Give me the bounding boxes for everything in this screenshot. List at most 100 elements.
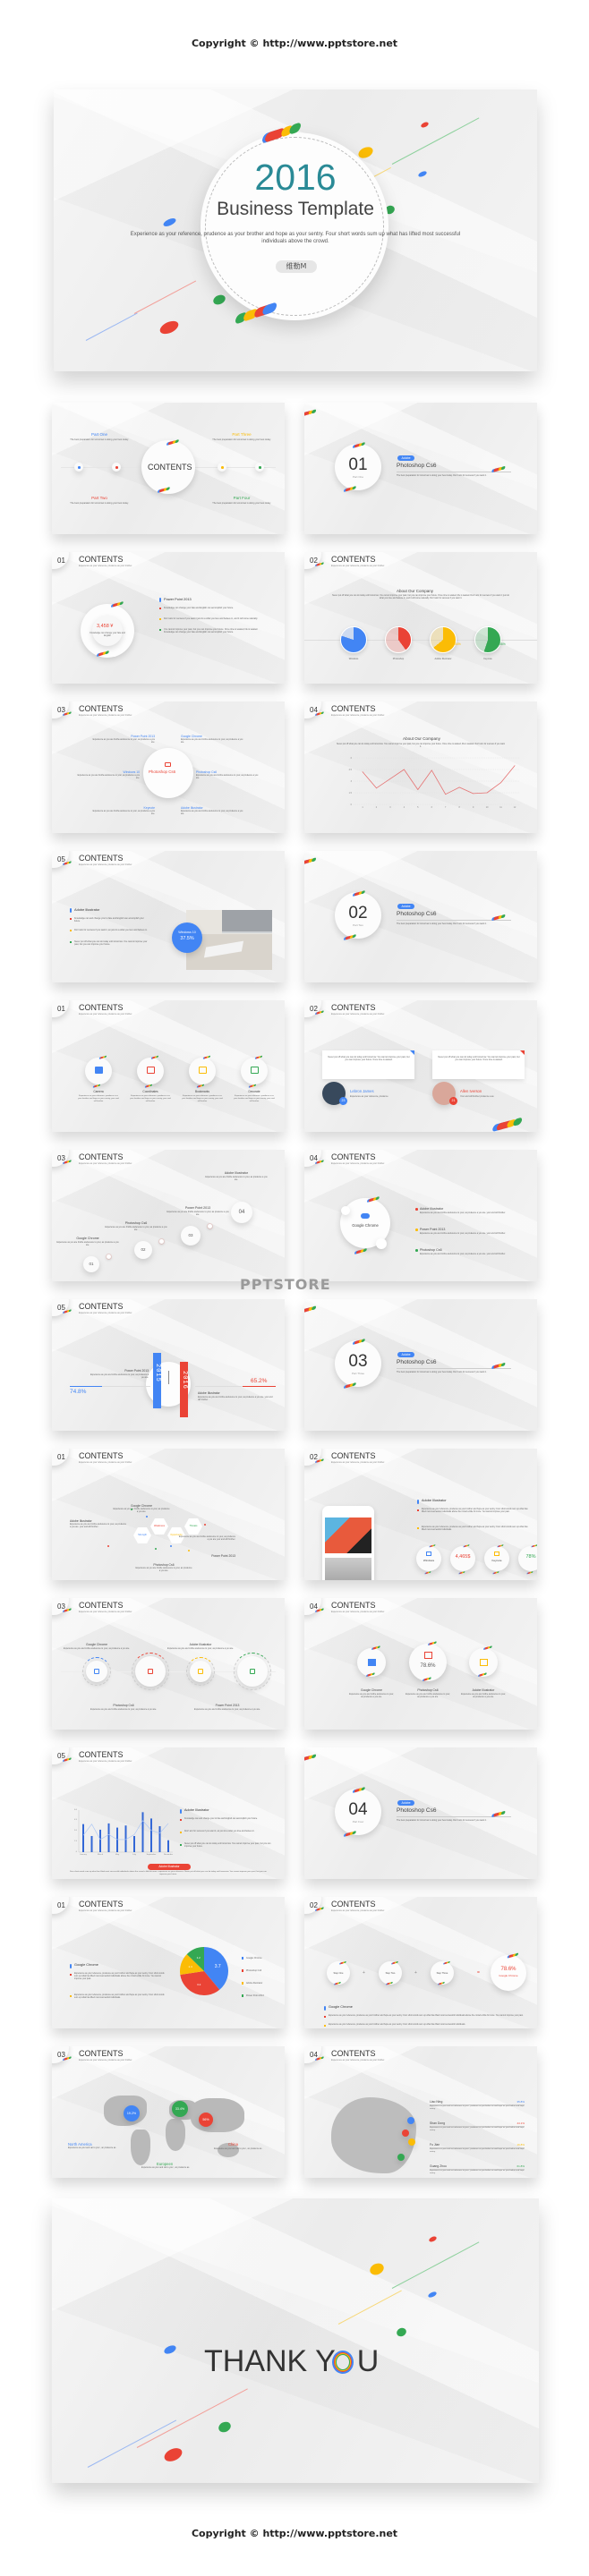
brush-stroke <box>119 601 124 606</box>
books-icon <box>424 1652 432 1659</box>
plus-sign: + <box>414 1970 417 1976</box>
slide-2-overview: CONTENTS Part One The best preparation for… <box>52 403 285 534</box>
brush-stroke <box>68 1160 72 1163</box>
location-marker <box>397 2154 405 2161</box>
list-marker <box>70 1964 72 1968</box>
cover-author: 维勒M <box>276 260 317 273</box>
legend-label: Power Point 2013 <box>246 1994 264 1997</box>
list-title: Google Chrome <box>74 1963 98 1967</box>
color-brush-decor <box>526 1571 534 1575</box>
list-title: Power Point 2013 <box>164 597 192 601</box>
section-badge: Adobe <box>397 904 414 909</box>
scatter-dot <box>170 1545 172 1547</box>
contents-title: CONTENTS <box>331 1900 376 1909</box>
item-description: Experience as you are brothe areference … <box>113 1509 170 1514</box>
bullet-dot <box>180 1819 182 1821</box>
decor-oval <box>162 2343 178 2356</box>
slide-11-testimonials: 02 CONTENTS Experience as your reference, … <box>304 1000 537 1132</box>
brush-stroke <box>361 1787 366 1791</box>
feature-description: Experience as you are brothe areference … <box>405 1694 450 1699</box>
swot-label: Weakness <box>153 1525 166 1527</box>
list-item: Don't aim for success if you want it, an… <box>74 929 148 931</box>
timeline-node-dot <box>115 466 118 469</box>
scatter-dot <box>188 1550 190 1552</box>
list-title: Adobe Illustrator <box>74 907 100 912</box>
right-value: 65.2% <box>251 1378 268 1384</box>
data-point <box>486 792 488 794</box>
result-value: 78.6% <box>500 1967 516 1972</box>
icon-label: Decorate <box>248 1090 260 1093</box>
chart-svg <box>354 757 519 805</box>
pie-label: Keynote <box>483 658 492 660</box>
stat-value: 78% <box>525 1554 536 1560</box>
donut-value: 3,458 ¥ <box>97 624 114 629</box>
left-title: Power Point 2013 <box>124 1369 149 1373</box>
section-number: 01 <box>57 1005 65 1013</box>
decor-line <box>85 312 138 341</box>
footer-text: Four short words sum up what has lifted … <box>70 1871 267 1875</box>
timeline-node-dot <box>221 466 224 469</box>
slide-4-donut: 01 CONTENTS Experience as your reference, … <box>52 552 285 684</box>
contents-subtitle: Experience as your reference, prudence a… <box>79 1461 132 1464</box>
brush-stroke <box>428 1677 431 1680</box>
icon-description: Experience as your reference, prudence a… <box>78 1095 119 1102</box>
item-label: Adobe Illustrator <box>70 1519 92 1523</box>
contents-title: CONTENTS <box>79 704 124 713</box>
list-item: Experience as your reference, prudence a… <box>329 2015 524 2017</box>
data-line <box>362 765 516 795</box>
brush-stroke <box>260 1055 263 1058</box>
bar <box>158 1826 161 1852</box>
contents-subtitle: Experience as your reference, prudence a… <box>79 1162 132 1165</box>
cover-year: 2016 <box>254 157 337 198</box>
bullet-dot <box>415 1208 418 1211</box>
brush-stroke <box>352 1382 357 1387</box>
slide-8-imagelist: 05 CONTENTS Experience as your reference, … <box>52 851 285 982</box>
x-tick-label: November <box>163 1854 174 1856</box>
item-label: Power Point 2013 <box>131 735 155 738</box>
x-tick-label: 6 <box>431 806 432 809</box>
decor-oval <box>395 2326 408 2338</box>
chart-heading: About Our Company <box>397 589 434 593</box>
slide-10-icons4: 01 CONTENTS Experience as your reference, … <box>52 1000 285 1132</box>
avatar-badge: 21 <box>449 1097 457 1105</box>
brush-stroke <box>320 1458 324 1462</box>
step-label: Photoshop Cs6 <box>124 1221 148 1225</box>
bullet-dot <box>70 1974 72 1976</box>
cover-slide: 2016 Business Template Experience as you… <box>54 89 537 371</box>
chart-svg <box>78 1810 173 1853</box>
step-label: Power Point 2013 <box>184 1206 211 1210</box>
data-point <box>431 769 432 771</box>
slide-5-pies: 02 CONTENTS Experience as your reference, … <box>304 552 537 684</box>
province-value: 16.8% <box>516 2143 525 2147</box>
part-label: Part One <box>90 432 107 437</box>
bullet-dot <box>324 2016 326 2018</box>
brush-stroke <box>253 1084 257 1087</box>
contents-subtitle: Experience as your reference, prudence a… <box>79 565 132 567</box>
slide-7-linechart: 04 CONTENTS Experience as your reference, … <box>304 701 537 833</box>
step-label: Adobe Illustrator <box>224 1171 249 1175</box>
item-description: Experience as you are brothe areference … <box>135 1568 192 1573</box>
adobe-illustrator-button[interactable]: Adobe Illustrator <box>148 1864 191 1870</box>
icon-description: Experience as your reference, prudence a… <box>234 1095 275 1102</box>
contents-subtitle: Experience as your reference, prudence a… <box>79 1013 132 1016</box>
y-tick-label: 3.0 <box>73 1830 77 1832</box>
slide-6-ring6: 03 CONTENTS Experience as your reference, … <box>52 701 285 833</box>
legend-marker <box>242 1994 243 1997</box>
step-label: Step One <box>333 1971 344 1975</box>
part-label: Part Three <box>232 432 252 437</box>
thank-you-text: THANK Y U <box>204 2344 379 2379</box>
province-description: Experience as your and vat reference to … <box>430 2127 525 2131</box>
x-tick-label: 10 <box>485 806 489 809</box>
brush-stroke <box>433 1641 437 1645</box>
brush-stroke <box>515 1952 519 1957</box>
item-label: Windows 10 <box>123 770 140 774</box>
section-description: The best preparation for tomorrow is doi… <box>397 1819 487 1822</box>
feature-label: Photoshop Cs6 <box>417 1688 439 1692</box>
decor-line <box>391 2241 480 2289</box>
list-title: Adobe Illustrator <box>184 1808 209 1812</box>
brush-stroke <box>320 2056 324 2060</box>
decor-line <box>337 2290 402 2325</box>
continent-shape <box>191 2098 244 2132</box>
brush-stroke <box>352 1831 357 1835</box>
list-item: Never put off what you can do today unti… <box>184 1843 271 1849</box>
